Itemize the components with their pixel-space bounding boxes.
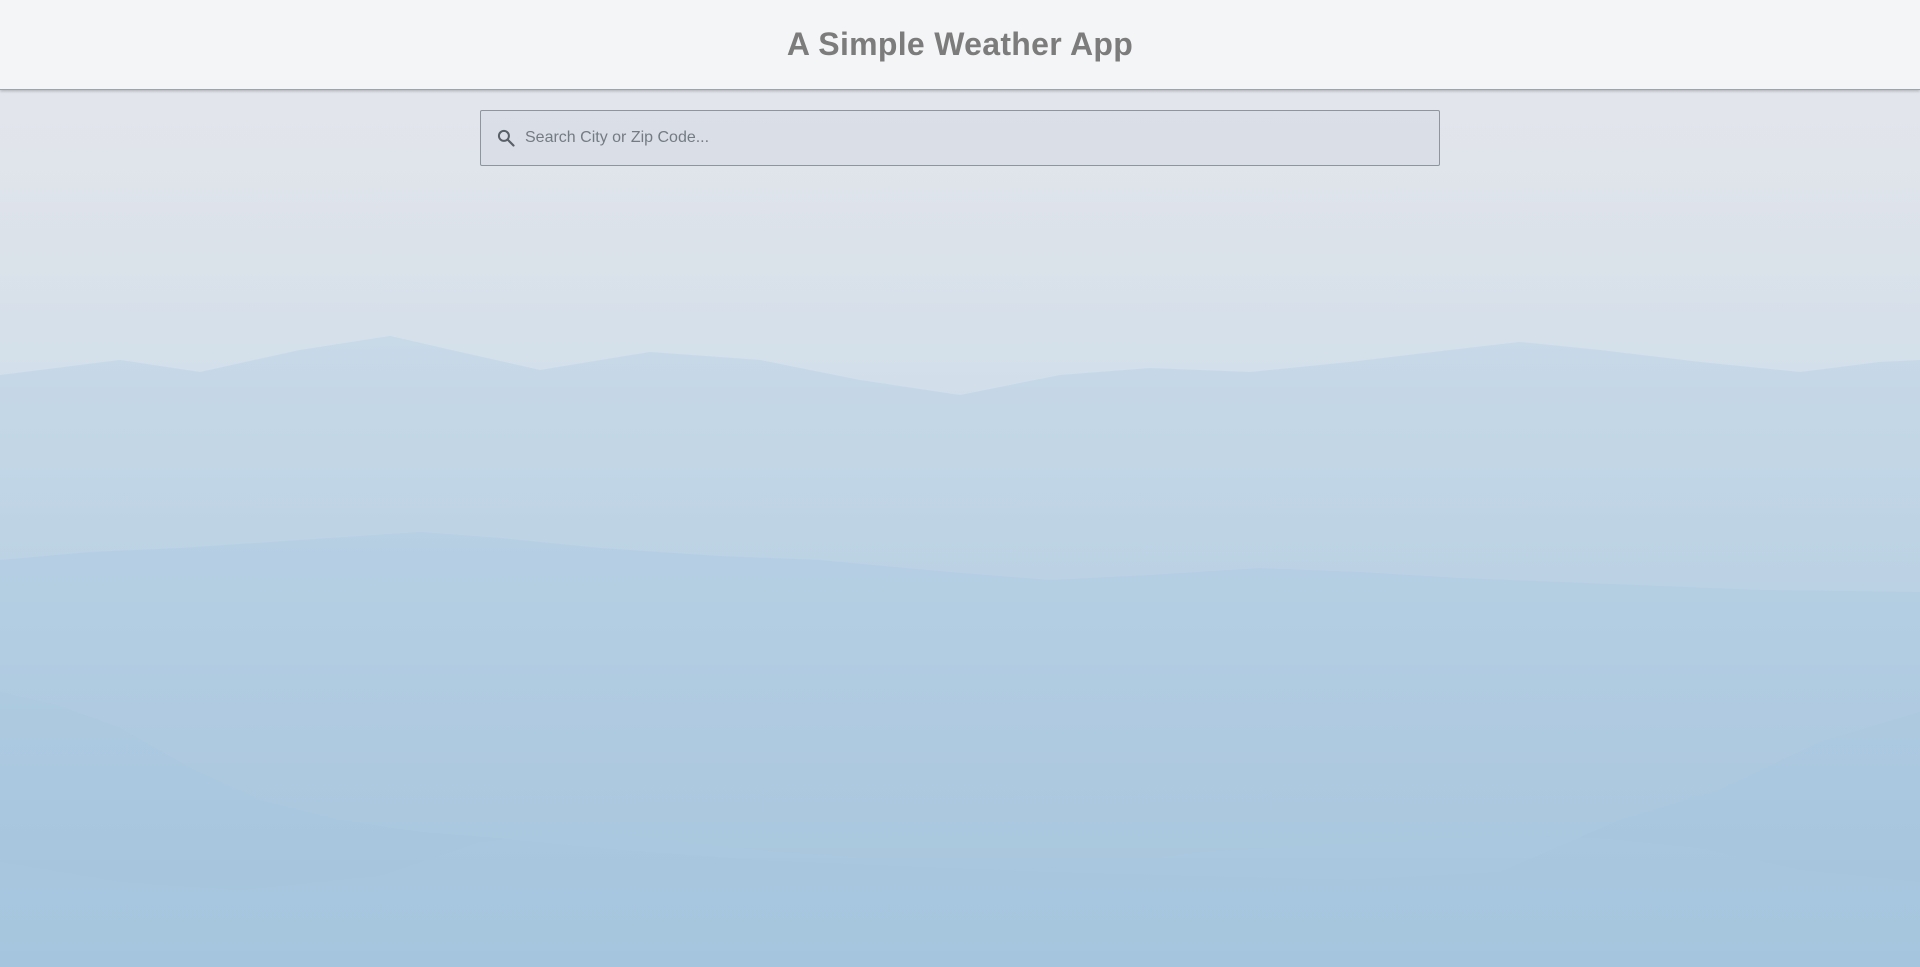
search-input[interactable] xyxy=(525,111,1439,165)
search-bar[interactable] xyxy=(480,110,1440,166)
app-root: A Simple Weather App xyxy=(0,0,1920,967)
search-icon xyxy=(495,127,517,149)
app-header: A Simple Weather App xyxy=(0,0,1920,90)
page-title: A Simple Weather App xyxy=(786,26,1134,62)
